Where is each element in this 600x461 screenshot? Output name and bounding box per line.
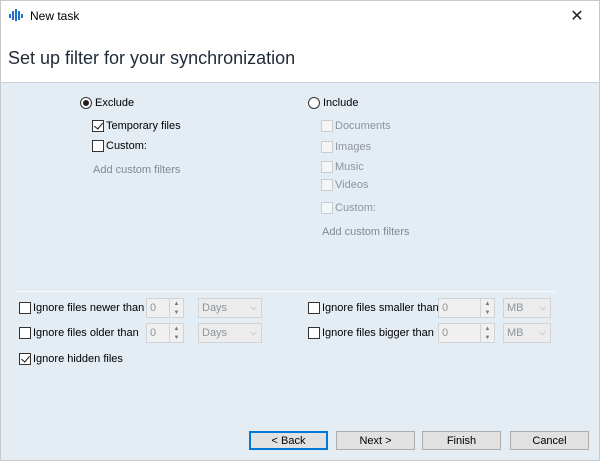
include-radio-label: Include xyxy=(323,97,359,109)
include-custom-checkbox-box[interactable] xyxy=(321,202,333,214)
images-checkbox-box[interactable] xyxy=(321,141,333,153)
ignore-bigger-checkbox-box[interactable] xyxy=(308,327,320,339)
exclude-radio-indicator[interactable] xyxy=(80,97,92,109)
ignore-older-label: Ignore files older than xyxy=(33,327,139,339)
images-label: Images xyxy=(335,141,372,153)
ignore-smaller-unit: MB xyxy=(507,302,524,314)
separator xyxy=(15,291,556,292)
ignore-hidden-checkbox[interactable]: Ignore hidden files xyxy=(19,353,123,365)
close-icon: ✕ xyxy=(570,5,584,25)
ignore-bigger-label: Ignore files bigger than xyxy=(322,327,434,339)
filter-panel: Exclude Temporary files Custom: Add cust… xyxy=(1,84,599,461)
ignore-older-value: 0 xyxy=(150,327,157,339)
include-radio[interactable]: Include xyxy=(308,97,358,109)
chevron-down-icon: ⌵ xyxy=(539,327,546,337)
exclude-custom-checkbox[interactable]: Custom: xyxy=(92,140,147,152)
ignore-newer-unit-dropdown[interactable]: Days ⌵ xyxy=(198,298,262,318)
videos-label: Videos xyxy=(335,179,369,191)
exclude-add-custom-filters-link[interactable]: Add custom filters xyxy=(93,164,180,176)
include-add-custom-filters-link[interactable]: Add custom filters xyxy=(322,226,409,238)
ignore-bigger-unit: MB xyxy=(507,327,524,339)
ignore-newer-label: Ignore files newer than xyxy=(33,302,145,314)
ignore-older-unit: Days xyxy=(202,327,228,339)
ignore-bigger-checkbox[interactable]: Ignore files bigger than xyxy=(308,327,434,339)
ignore-smaller-unit-dropdown[interactable]: MB ⌵ xyxy=(503,298,551,318)
spinner-arrows-icon[interactable]: ▲ ▼ xyxy=(169,324,183,342)
page-title: Set up filter for your synchronization xyxy=(8,48,296,68)
videos-checkbox[interactable]: Videos xyxy=(321,179,368,191)
exclude-custom-label: Custom: xyxy=(106,140,147,152)
exclude-radio[interactable]: Exclude xyxy=(80,97,134,109)
ignore-newer-value: 0 xyxy=(150,302,157,314)
temporary-files-checkbox-box[interactable] xyxy=(92,120,104,132)
documents-checkbox[interactable]: Documents xyxy=(321,120,391,132)
documents-label: Documents xyxy=(335,120,391,132)
ignore-bigger-spinner[interactable]: 0 ▲ ▼ xyxy=(438,323,495,343)
ignore-older-checkbox-box[interactable] xyxy=(19,327,31,339)
ignore-older-spinner[interactable]: 0 ▲ ▼ xyxy=(146,323,184,343)
ignore-smaller-checkbox[interactable]: Ignore files smaller than xyxy=(308,302,439,314)
music-checkbox-box[interactable] xyxy=(321,161,333,173)
chevron-down-icon: ⌵ xyxy=(539,302,546,312)
ignore-older-checkbox[interactable]: Ignore files older than xyxy=(19,327,139,339)
ignore-newer-checkbox[interactable]: Ignore files newer than xyxy=(19,302,144,314)
ignore-bigger-unit-dropdown[interactable]: MB ⌵ xyxy=(503,323,551,343)
new-task-window: New task ✕ Set up filter for your synchr… xyxy=(0,0,600,461)
ignore-hidden-checkbox-box[interactable] xyxy=(19,353,31,365)
wizard-header: Set up filter for your synchronization xyxy=(1,29,599,83)
include-custom-label: Custom: xyxy=(335,202,376,214)
include-radio-indicator[interactable] xyxy=(308,97,320,109)
spinner-arrows-icon[interactable]: ▲ ▼ xyxy=(480,324,494,342)
ignore-smaller-label: Ignore files smaller than xyxy=(322,302,439,314)
temporary-files-checkbox[interactable]: Temporary files xyxy=(92,120,181,132)
music-label: Music xyxy=(335,161,364,173)
music-checkbox[interactable]: Music xyxy=(321,161,364,173)
ignore-bigger-value: 0 xyxy=(442,327,449,339)
cancel-button[interactable]: Cancel xyxy=(510,431,589,450)
finish-button[interactable]: Finish xyxy=(422,431,501,450)
documents-checkbox-box[interactable] xyxy=(321,120,333,132)
chevron-down-icon: ⌵ xyxy=(250,327,257,337)
ignore-smaller-spinner[interactable]: 0 ▲ ▼ xyxy=(438,298,495,318)
ignore-older-unit-dropdown[interactable]: Days ⌵ xyxy=(198,323,262,343)
exclude-radio-label: Exclude xyxy=(95,97,135,109)
title-bar[interactable]: New task ✕ xyxy=(1,1,599,29)
include-custom-checkbox[interactable]: Custom: xyxy=(321,202,376,214)
chevron-down-icon: ⌵ xyxy=(250,302,257,312)
back-button[interactable]: < Back xyxy=(249,431,328,450)
next-button[interactable]: Next > xyxy=(336,431,415,450)
spinner-arrows-icon[interactable]: ▲ ▼ xyxy=(480,299,494,317)
temporary-files-label: Temporary files xyxy=(106,120,181,132)
close-button[interactable]: ✕ xyxy=(555,1,599,29)
exclude-custom-checkbox-box[interactable] xyxy=(92,140,104,152)
ignore-hidden-label: Ignore hidden files xyxy=(33,353,123,365)
app-logo-icon xyxy=(9,9,23,21)
ignore-newer-unit: Days xyxy=(202,302,228,314)
ignore-newer-spinner[interactable]: 0 ▲ ▼ xyxy=(146,298,184,318)
images-checkbox[interactable]: Images xyxy=(321,141,371,153)
videos-checkbox-box[interactable] xyxy=(321,179,333,191)
spinner-arrows-icon[interactable]: ▲ ▼ xyxy=(169,299,183,317)
ignore-smaller-value: 0 xyxy=(442,302,449,314)
ignore-smaller-checkbox-box[interactable] xyxy=(308,302,320,314)
ignore-newer-checkbox-box[interactable] xyxy=(19,302,31,314)
window-title: New task xyxy=(30,9,80,23)
